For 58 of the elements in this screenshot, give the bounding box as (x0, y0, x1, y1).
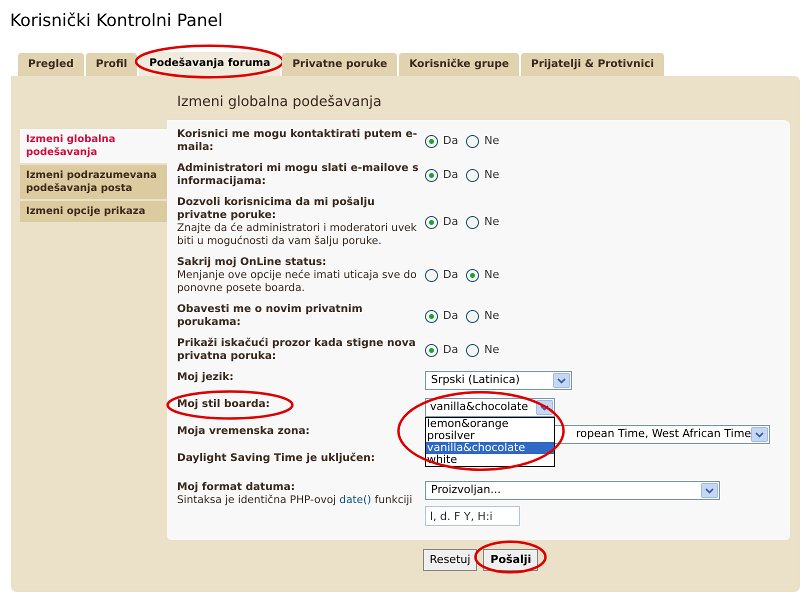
sidebar-item[interactable]: Izmeni opcije prikaza (20, 201, 167, 222)
tab[interactable]: Prijatelji & Protivnici (521, 53, 664, 76)
radio-label: Ne (484, 214, 500, 230)
tab[interactable]: Korisničke grupe (399, 53, 519, 76)
setting-description: Znajte da će administratori i moderatori uvek biti u mogućnosti da vam šalju poruke. (177, 222, 418, 248)
submit-button[interactable]: Pošalji (483, 549, 538, 572)
setting-label: Daylight Saving Time je uključen: (177, 452, 376, 465)
tab[interactable]: Profil (86, 53, 138, 76)
radio-button[interactable] (425, 269, 438, 282)
language-select[interactable]: Srpski (Latinica) (425, 371, 572, 390)
date-format-select[interactable]: Proizvoljan... (425, 481, 720, 500)
setting-label: Moj jezik: (177, 371, 235, 384)
radio-label: Ne (484, 166, 500, 183)
reset-button[interactable]: Resetuj (422, 549, 478, 572)
radio-button[interactable] (425, 216, 438, 228)
style-select[interactable]: vanilla&chocolate (425, 398, 555, 417)
setting-label: Dozvoli korisnicima da mi pošalju privatne poruke: (177, 196, 376, 222)
radio-button[interactable] (466, 310, 480, 322)
radio-label: Ne (484, 342, 500, 358)
setting-label: Administratori mi mogu slati e-mailove s informacijama: (177, 162, 420, 188)
dropdown-option[interactable]: prosilver (426, 430, 554, 442)
setting-label: Moj format datuma: (177, 481, 296, 494)
setting-label: Sakrij moj OnLine status: (177, 256, 328, 269)
radio-button[interactable] (425, 134, 438, 148)
setting-description: Sintaksa je identična PHP-ovoj date() funkciji (177, 494, 414, 507)
radio-label: Ne (484, 132, 500, 149)
radio-label: Da (443, 308, 458, 324)
page-title: Korisnički Kontrolni Panel (10, 10, 223, 33)
setting-description: Menjanje ove opcije neće imati uticaja sve do ponovne posete boarda. (177, 269, 418, 295)
radio-button[interactable] (466, 216, 480, 228)
radio-label: Da (443, 214, 458, 230)
radio-button[interactable] (466, 269, 480, 282)
sidebar-item[interactable]: Izmeni podrazumevana podešavanja posta (20, 165, 167, 199)
date-function-link[interactable]: date() (339, 494, 372, 506)
radio-label: Da (443, 342, 458, 358)
radio-button[interactable] (425, 344, 438, 356)
tab[interactable]: Pregled (18, 53, 84, 76)
radio-label: Ne (484, 267, 500, 284)
setting-label: Moja vremenska zona: (177, 425, 311, 438)
radio-button[interactable] (466, 168, 480, 182)
radio-button[interactable] (466, 344, 480, 356)
section-heading: Izmeni globalna podešavanja (177, 93, 383, 112)
radio-button[interactable] (466, 134, 480, 148)
sidebar-item[interactable]: Izmeni globalna podešavanja (20, 129, 167, 163)
tab[interactable]: Podešavanja foruma (139, 52, 280, 76)
setting-label: Prikaži iskačući prozor kada stigne nova privatna poruka: (177, 337, 417, 363)
setting-label: Korisnici me mogu kontaktirati putem e-maila: (177, 128, 418, 154)
radio-label: Da (443, 132, 458, 149)
radio-label: Da (443, 267, 458, 284)
radio-button[interactable] (425, 168, 438, 182)
setting-label: Moj stil boarda: (177, 398, 271, 411)
tab[interactable]: Privatne poruke (282, 53, 398, 76)
radio-label: Ne (484, 308, 500, 324)
radio-button[interactable] (425, 310, 438, 322)
date-format-field[interactable]: l, d. F Y, H:i (425, 506, 520, 526)
dropdown-option[interactable]: vanilla&chocolate (426, 442, 554, 454)
setting-label: Obavesti me o novim privatnim porukama: (177, 303, 364, 329)
radio-label: Da (443, 166, 458, 183)
